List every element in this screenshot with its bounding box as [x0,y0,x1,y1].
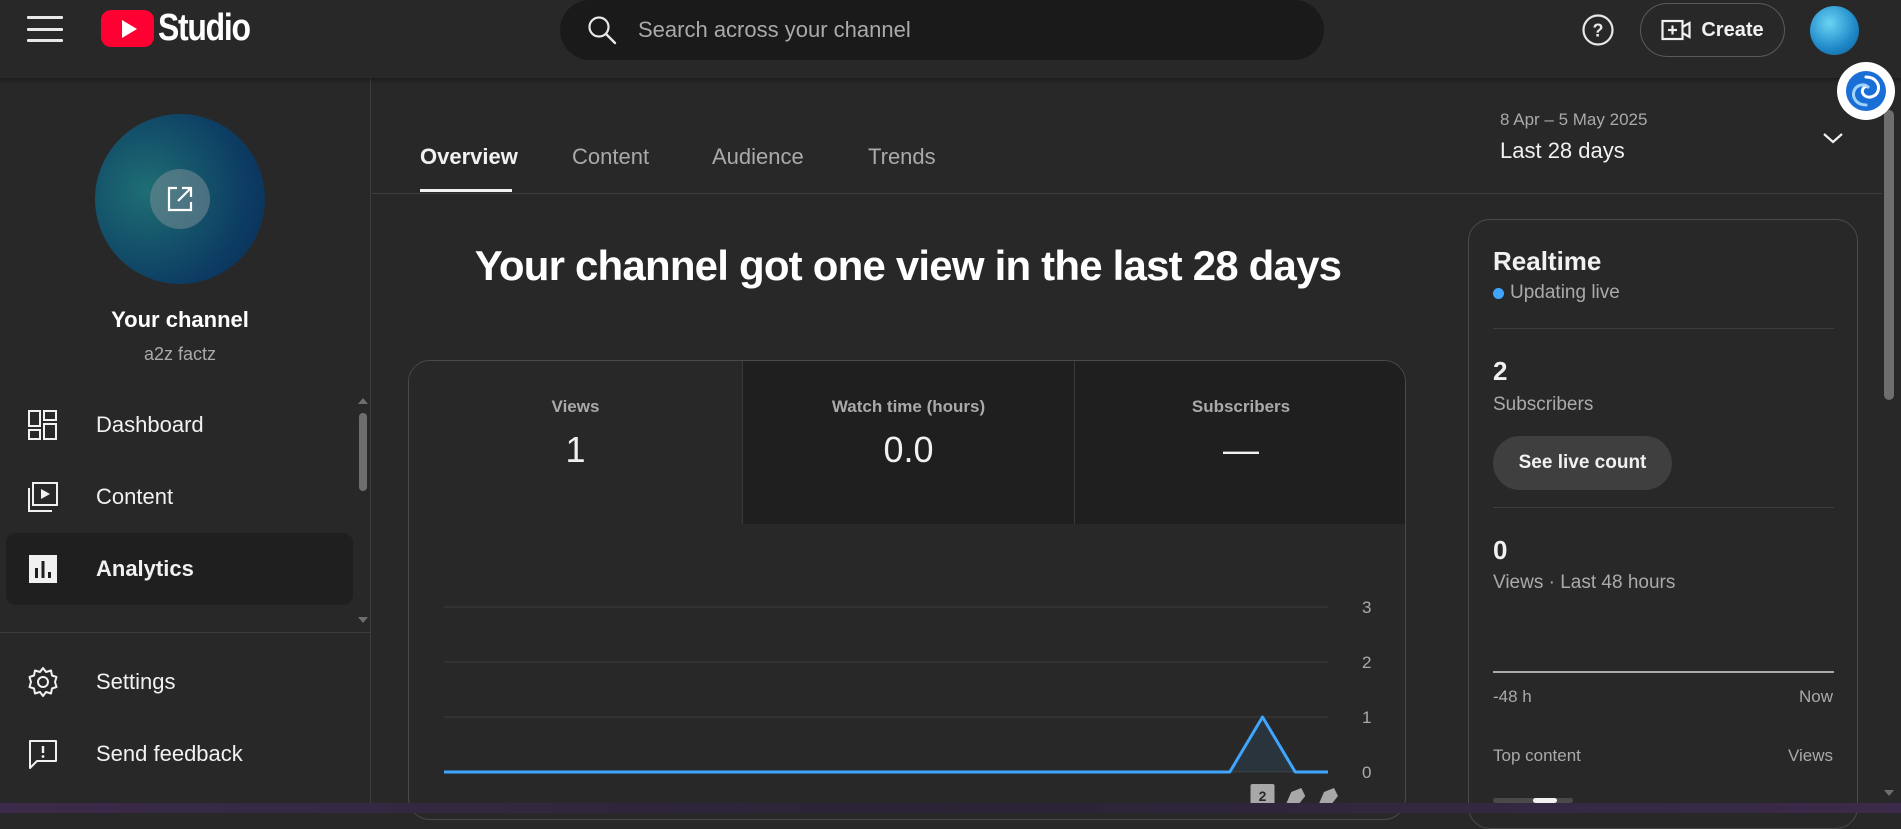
tab-content[interactable]: Content [572,144,649,170]
analytics-tabs: Overview Content Audience Trends [372,78,1882,194]
sidebar-item-label: Analytics [96,556,194,581]
tab-overview[interactable]: Overview [420,144,518,170]
taskbar-edge [0,803,1901,813]
views-line-chart: 3 2 1 0 2 [444,598,1371,806]
menu-icon[interactable] [27,16,63,42]
realtime-axis-end: Now [1798,687,1833,706]
sidebar-item-label: Dashboard [96,412,204,437]
sidebar: Your channel a2z factz Dashboard Content… [0,78,371,803]
active-tab-indicator [420,189,512,192]
tab-audience[interactable]: Audience [712,144,804,170]
metric-subscribers[interactable]: Subscribers — [1074,361,1405,524]
content-icon [28,482,58,512]
account-avatar[interactable] [1810,6,1859,55]
assistant-extension-icon[interactable] [1837,62,1895,120]
external-link-icon[interactable] [150,169,210,229]
page-headline: Your channel got one view in the last 28… [474,242,1342,289]
series-line [444,715,1328,774]
gear-icon [28,667,58,697]
sidebar-item-label: Settings [96,669,176,694]
date-range-dates: 8 Apr – 5 May 2025 [1500,110,1648,129]
sidebar-item-label: Content [96,484,174,509]
live-dot-icon [1493,287,1504,299]
y-tick-label: 3 [1362,598,1371,617]
realtime-status-text: Updating live [1510,282,1620,303]
realtime-subscribers-count: 2 [1493,356,1508,386]
realtime-views-chart [1493,671,1834,673]
see-live-count-button[interactable]: See live count [1493,436,1672,490]
studio-logo[interactable]: Studio [101,6,267,49]
y-tick-label: 0 [1362,763,1371,782]
metric-label: Watch time (hours) [831,397,986,416]
create-button[interactable]: Create [1640,3,1785,57]
channel-avatar[interactable] [95,114,265,284]
sidebar-item-analytics[interactable]: Analytics [6,533,353,605]
realtime-card: Realtime Updating live 2 Subscribers See… [1468,219,1858,829]
sidebar-item-send-feedback[interactable]: Send feedback [6,718,353,790]
chevron-down-icon[interactable] [1821,130,1845,146]
search-bar [560,0,1324,60]
y-tick-label: 2 [1362,653,1371,672]
sidebar-scroll-down[interactable] [358,617,368,623]
svg-text:?: ? [1593,21,1604,41]
create-label: Create [1701,18,1764,41]
date-range-label: Last 28 days [1500,138,1625,163]
divider [1493,507,1834,508]
divider [1493,328,1834,329]
page-scrollbar[interactable] [1884,110,1894,400]
main-content: Overview Content Audience Trends 8 Apr –… [372,0,1882,829]
top-header: Studio ? Create [0,0,1901,78]
metric-label: Subscribers [1191,397,1291,416]
page-scroll-down[interactable] [1884,790,1894,796]
help-icon[interactable]: ? [1581,13,1615,47]
search-input[interactable] [638,17,1324,43]
y-tick-label: 1 [1362,708,1371,727]
series-area [444,717,1328,772]
channel-handle: a2z factz [143,344,217,364]
realtime-views-label: Views · Last 48 hours [1493,572,1676,593]
metric-value: — [1223,429,1259,470]
metric-watch-time[interactable]: Watch time (hours) 0.0 [742,361,1074,524]
create-video-icon [1661,19,1691,41]
logo-text: Studio [158,6,251,49]
feedback-icon [29,740,57,769]
sidebar-divider [0,632,371,633]
tab-trends[interactable]: Trends [868,144,936,170]
realtime-views-count: 0 [1493,535,1508,565]
metric-value: 1 [565,429,586,470]
sidebar-scrollbar[interactable] [359,413,367,491]
sidebar-item-content[interactable]: Content [6,461,353,533]
channel-title: Your channel [111,307,249,332]
dashboard-icon [28,410,57,440]
realtime-title: Realtime [1493,246,1602,276]
youtube-play-icon [101,9,154,47]
realtime-axis-start: -48 h [1493,687,1532,706]
date-range-picker[interactable]: 8 Apr – 5 May 2025 Last 28 days [1500,110,1647,164]
analytics-icon [29,555,57,583]
metric-value: 0.0 [883,429,934,470]
publish-marker-label: 2 [1259,788,1267,804]
sidebar-scroll-up[interactable] [358,398,368,404]
metric-label: Views [551,397,600,416]
sidebar-item-label: Send feedback [96,741,243,766]
sidebar-item-settings[interactable]: Settings [6,646,353,718]
search-icon[interactable] [586,14,618,46]
realtime-status: Updating live [1493,282,1620,304]
top-content-column: Views [1787,746,1833,765]
top-content-label: Top content [1493,746,1581,765]
sidebar-item-dashboard[interactable]: Dashboard [6,389,353,461]
metric-views[interactable]: Views 1 [409,361,742,524]
realtime-subscribers-label: Subscribers [1493,394,1594,415]
